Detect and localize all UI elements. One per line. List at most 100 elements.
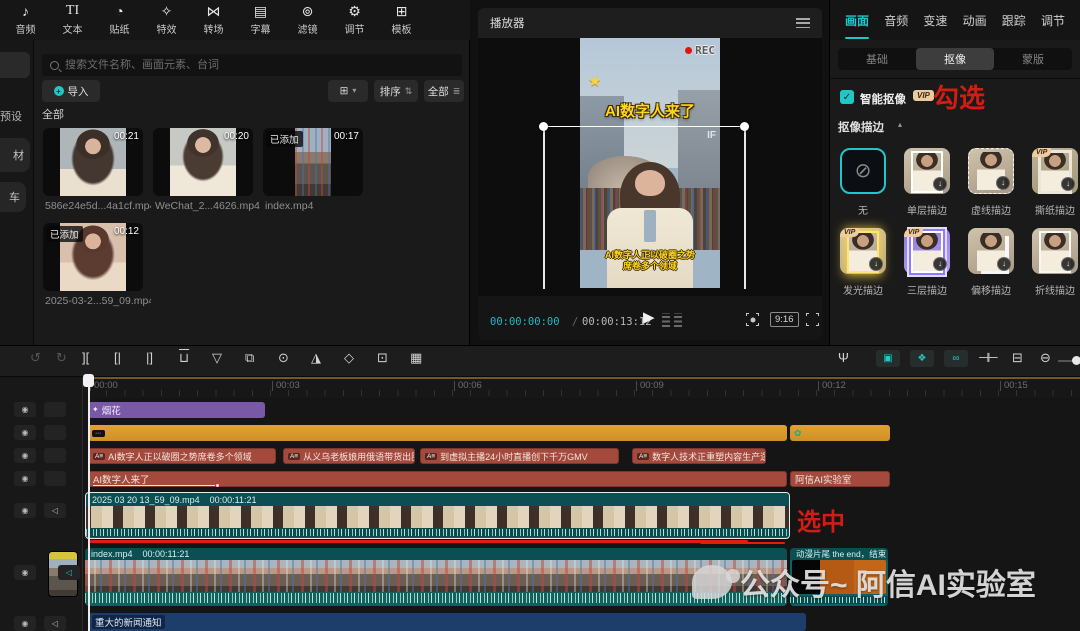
preview-video[interactable]: REC ★ AI数字人来了 IF AI数字人正以破圈之势 席卷多个领域 <box>580 38 720 288</box>
caption-clip-2[interactable]: A≡ 从义乌老板娘用俄语带货出圈 <box>283 448 415 464</box>
stroke-option-zigzag[interactable]: ↓ <box>1032 228 1078 274</box>
tab-adjust[interactable]: ⚙调节 <box>331 0 378 40</box>
track-option-icon[interactable] <box>44 471 66 486</box>
tab-audio[interactable]: ♪音频 <box>2 0 49 40</box>
tab-filters[interactable]: ⊚滤镜 <box>284 0 331 40</box>
tab-text[interactable]: TI文本 <box>49 0 96 40</box>
rotate-icon[interactable]: ◇ <box>344 351 354 364</box>
selection-handle-left[interactable] <box>539 122 548 131</box>
record-voiceover-icon[interactable]: Ψ <box>838 351 849 364</box>
media-item-2[interactable]: 00:20 <box>153 128 253 196</box>
undo-icon[interactable]: ↺ <box>30 351 41 364</box>
rail-item-draft[interactable]: 车 <box>0 182 26 212</box>
player-menu-icon[interactable] <box>796 18 810 28</box>
playhead-handle[interactable] <box>83 374 94 387</box>
caption-clip-4[interactable]: A≡ 数字人技术正重塑内容生产逻辑 <box>632 448 766 464</box>
frame-view-icon-2[interactable] <box>674 313 682 327</box>
media-item-1[interactable]: 00:21 <box>43 128 143 196</box>
caption-clip-3[interactable]: A≡ 到虚拟主播24小时直播创下千万GMV <box>420 448 619 464</box>
media-item-4[interactable]: 已添加 00:12 <box>43 223 143 291</box>
view-mode-button[interactable]: ⊞ ▾ <box>328 80 368 102</box>
split-icon[interactable]: ][ <box>82 351 89 364</box>
smart-matting-checkbox[interactable]: ✓ <box>840 90 854 104</box>
unlink-icon[interactable]: ⊣⊢ <box>978 351 997 364</box>
stroke-option-paper[interactable]: VIP↓ <box>1032 148 1078 194</box>
stroke-option-dashed[interactable]: ↓ <box>968 148 1014 194</box>
link-toggle-icon[interactable]: ∞ <box>944 350 968 367</box>
tab-sticker[interactable]: ◔贴纸 <box>96 0 143 40</box>
delete-icon[interactable]: ⊔ <box>179 351 189 364</box>
speaker-icon[interactable]: ◁ <box>44 616 66 631</box>
magic-link-icon[interactable]: ❖ <box>910 350 934 367</box>
track-option-icon[interactable] <box>44 448 66 463</box>
tab-speed[interactable]: 变速 <box>923 0 947 41</box>
stroke-option-glow[interactable]: VIP↓ <box>840 228 886 274</box>
sort-button[interactable]: 排序 ⇅ <box>374 80 418 102</box>
fullscreen-icon[interactable] <box>806 313 819 326</box>
eye-icon[interactable]: ◉ <box>14 616 36 631</box>
split-left-icon[interactable]: [| <box>114 351 121 364</box>
tab-picture[interactable]: 画面 <box>845 0 869 41</box>
collapse-caret-icon[interactable]: ▴ <box>898 121 902 129</box>
eye-icon[interactable]: ◉ <box>14 425 36 440</box>
eye-icon[interactable]: ◉ <box>14 448 36 463</box>
frame-view-icon[interactable] <box>662 313 670 327</box>
selection-handle-right[interactable] <box>740 122 749 131</box>
aspect-ratio-button[interactable]: 9:16 <box>770 312 799 327</box>
video-clip-index[interactable]: index.mp400:00:11:21 <box>85 548 787 606</box>
speaker-icon[interactable]: ◁ <box>44 503 66 518</box>
audio-clip-2[interactable]: ✿ <box>790 425 890 441</box>
tab-animation[interactable]: 动画 <box>963 0 987 41</box>
timeline-zoom-out-icon[interactable]: ⊖ <box>1040 351 1051 364</box>
rail-search-box[interactable] <box>0 52 30 78</box>
mask-icon[interactable]: ▽ <box>212 351 222 364</box>
preview-quality-icon[interactable] <box>746 313 759 326</box>
mirror-icon[interactable]: ◮ <box>311 351 321 364</box>
media-item-3[interactable]: 已添加 00:17 <box>263 128 363 196</box>
stroke-option-triple[interactable]: VIP↓ <box>904 228 950 274</box>
eye-icon[interactable]: ◉ <box>14 402 36 417</box>
import-button[interactable]: + 导入 <box>42 80 100 102</box>
track-option-icon[interactable] <box>44 402 66 417</box>
track-option-icon[interactable] <box>44 425 66 440</box>
playhead-line[interactable] <box>88 377 90 631</box>
overlay-icon[interactable]: ⧉ <box>245 351 254 364</box>
selection-left-edge[interactable] <box>543 127 545 289</box>
speaker-icon-active[interactable]: ◁ <box>58 565 80 580</box>
brand-clip[interactable]: 阿信AI实验室 <box>790 471 890 487</box>
subtab-basic[interactable]: 基础 <box>838 48 916 70</box>
media-search[interactable] <box>42 54 462 76</box>
search-input[interactable] <box>65 59 454 71</box>
split-right-icon[interactable]: |] <box>146 351 153 364</box>
tab-templates[interactable]: ⊞模板 <box>378 0 425 40</box>
matting-tool-icon[interactable]: ▦ <box>410 351 422 364</box>
effect-clip-fireworks[interactable]: ✦ 烟花 <box>88 402 265 418</box>
snap-toggle-icon[interactable]: ▣ <box>876 350 900 367</box>
eye-icon[interactable]: ◉ <box>14 503 36 518</box>
eye-icon[interactable]: ◉ <box>14 565 36 580</box>
tab-audio-props[interactable]: 音频 <box>884 0 908 41</box>
video-clip-selected[interactable]: 2025 03 20 13_59_09.mp400:00:11:21 <box>85 492 790 539</box>
rail-item-material[interactable]: 材 <box>0 138 30 172</box>
news-audio-clip[interactable]: 重大的新闻通知 <box>88 613 806 631</box>
tab-adjust-props[interactable]: 调节 <box>1041 0 1065 41</box>
play-button[interactable]: ▶ <box>643 310 655 325</box>
speed-icon[interactable]: ⊙ <box>278 351 289 364</box>
caption-clip-1[interactable]: A≡ AI数字人正以破圈之势席卷多个领域 <box>88 448 276 464</box>
tab-effects[interactable]: ✧特效 <box>143 0 190 40</box>
stroke-option-offset[interactable]: ↓ <box>968 228 1014 274</box>
stroke-option-single[interactable]: ↓ <box>904 148 950 194</box>
subtab-matting[interactable]: 抠像 <box>916 48 994 70</box>
crop-icon[interactable]: ⊡ <box>377 351 388 364</box>
selection-right-edge[interactable] <box>744 127 746 289</box>
audio-clip-1[interactable]: ⋯ <box>88 425 787 441</box>
redo-icon[interactable]: ↻ <box>56 351 67 364</box>
timeline-zoom-slider-handle[interactable] <box>1072 356 1080 365</box>
preview-axis-icon[interactable]: ⊟ <box>1012 351 1023 364</box>
eye-icon[interactable]: ◉ <box>14 471 36 486</box>
tab-transition[interactable]: ⋈转场 <box>190 0 237 40</box>
tab-captions[interactable]: ▤字幕 <box>237 0 284 40</box>
filter-button[interactable]: 全部 ≣ <box>424 80 464 102</box>
subtab-mask[interactable]: 蒙版 <box>994 48 1072 70</box>
tab-tracking[interactable]: 跟踪 <box>1002 0 1026 41</box>
